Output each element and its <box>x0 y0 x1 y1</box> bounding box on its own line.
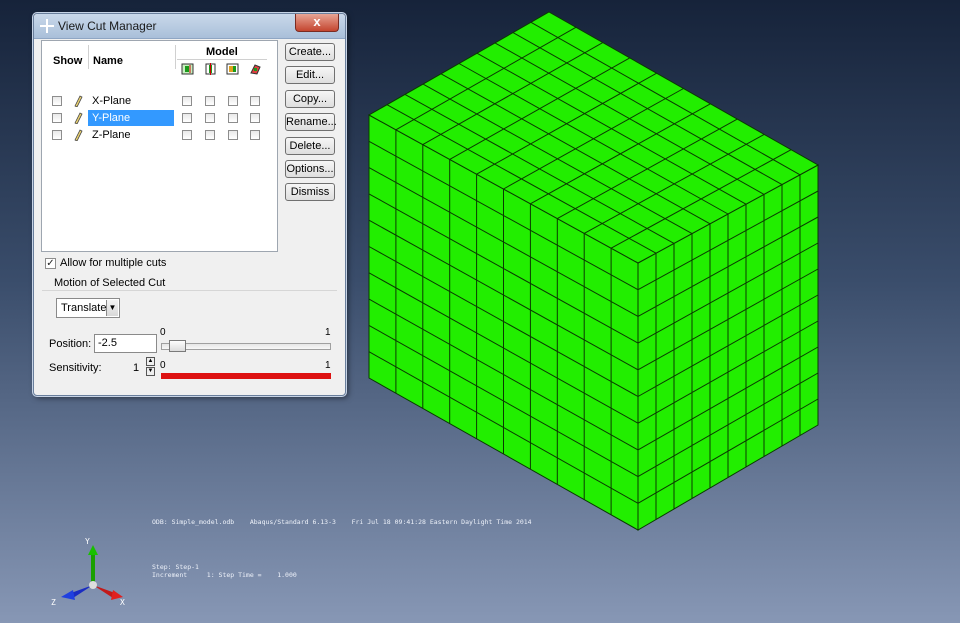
triad-y-label: Y <box>85 537 90 546</box>
allow-multiple-cuts-checkbox[interactable]: ✓ <box>45 258 56 269</box>
options-button[interactable]: Options... <box>285 160 335 178</box>
close-button[interactable]: x <box>295 14 339 32</box>
sensitivity-value: 1 <box>133 362 140 374</box>
model-checkbox-x-3[interactable] <box>228 96 238 106</box>
triad-x-label: X <box>120 598 125 607</box>
allow-multiple-cuts-label: Allow for multiple cuts <box>60 257 167 269</box>
position-label: Position: <box>49 338 92 350</box>
position-slider-max: 1 <box>325 327 331 338</box>
dialog-titlebar[interactable]: View Cut Manager x <box>34 14 345 39</box>
cut-list[interactable]: Show Name Model X-Plane Y-Plane Z-Plane <box>41 40 278 252</box>
motion-group-label: Motion of Selected Cut <box>52 277 168 289</box>
pencil-icon[interactable] <box>73 95 83 107</box>
sensitivity-slider-max: 1 <box>325 360 331 371</box>
copy-button[interactable]: Copy... <box>285 90 335 108</box>
pencil-icon[interactable] <box>73 129 83 141</box>
position-slider[interactable] <box>161 343 331 350</box>
position-slider-thumb[interactable] <box>168 340 186 352</box>
translate-model-icon <box>181 63 194 75</box>
dismiss-button[interactable]: Dismiss <box>285 183 335 201</box>
odb-info-text: ODB: Simple_model.odb Abaqus/Standard 6.… <box>152 518 532 526</box>
dialog-title: View Cut Manager <box>58 19 157 33</box>
position-input[interactable]: -2.5 <box>94 334 157 353</box>
model-checkbox-y-2[interactable] <box>205 113 215 123</box>
sensitivity-slider[interactable] <box>161 373 331 379</box>
color-model-icon <box>226 63 239 75</box>
rename-button[interactable]: Rename... <box>285 113 337 131</box>
create-button[interactable]: Create... <box>285 43 335 61</box>
view-cut-manager-dialog: View Cut Manager x Show Name Model X-Pla… <box>33 13 346 396</box>
motion-mode-select[interactable]: Translate ▼ <box>56 298 120 318</box>
chevron-down-icon: ▼ <box>106 300 118 316</box>
column-header-model[interactable]: Model <box>206 46 238 58</box>
model-checkbox-z-2[interactable] <box>205 130 215 140</box>
sensitivity-slider-fill <box>161 373 331 379</box>
delete-button[interactable]: Delete... <box>285 137 335 155</box>
model-checkbox-y-3[interactable] <box>228 113 238 123</box>
column-header-name[interactable]: Name <box>93 55 123 67</box>
sensitivity-slider-min: 0 <box>160 360 166 371</box>
row-name-x-plane[interactable]: X-Plane <box>88 93 174 109</box>
model-checkbox-x-1[interactable] <box>182 96 192 106</box>
pencil-icon[interactable] <box>73 112 83 124</box>
triad-z-label: Z <box>51 598 56 607</box>
show-checkbox-z-plane[interactable] <box>52 130 62 140</box>
model-checkbox-z-3[interactable] <box>228 130 238 140</box>
cut-model-icon <box>205 63 216 75</box>
deform-model-icon <box>250 64 261 75</box>
model-checkbox-y-4[interactable] <box>250 113 260 123</box>
edit-button[interactable]: Edit... <box>285 66 335 84</box>
model-checkbox-z-1[interactable] <box>182 130 192 140</box>
show-checkbox-y-plane[interactable] <box>52 113 62 123</box>
step-info-text: Step: Step-1 <box>152 563 199 571</box>
increment-info-text: Increment 1: Step Time = 1.000 <box>152 571 297 579</box>
sensitivity-label: Sensitivity: <box>49 362 102 374</box>
sensitivity-up-button[interactable]: ▲ <box>146 357 155 366</box>
model-checkbox-x-4[interactable] <box>250 96 260 106</box>
column-header-show[interactable]: Show <box>53 55 82 67</box>
row-name-z-plane[interactable]: Z-Plane <box>88 127 174 143</box>
model-checkbox-x-2[interactable] <box>205 96 215 106</box>
show-checkbox-x-plane[interactable] <box>52 96 62 106</box>
sensitivity-down-button[interactable]: ▼ <box>146 367 155 376</box>
model-checkbox-z-4[interactable] <box>250 130 260 140</box>
motion-mode-value: Translate <box>61 302 107 314</box>
position-slider-min: 0 <box>160 327 166 338</box>
model-checkbox-y-1[interactable] <box>182 113 192 123</box>
crosshair-icon <box>40 19 54 33</box>
row-name-y-plane[interactable]: Y-Plane <box>88 110 174 126</box>
